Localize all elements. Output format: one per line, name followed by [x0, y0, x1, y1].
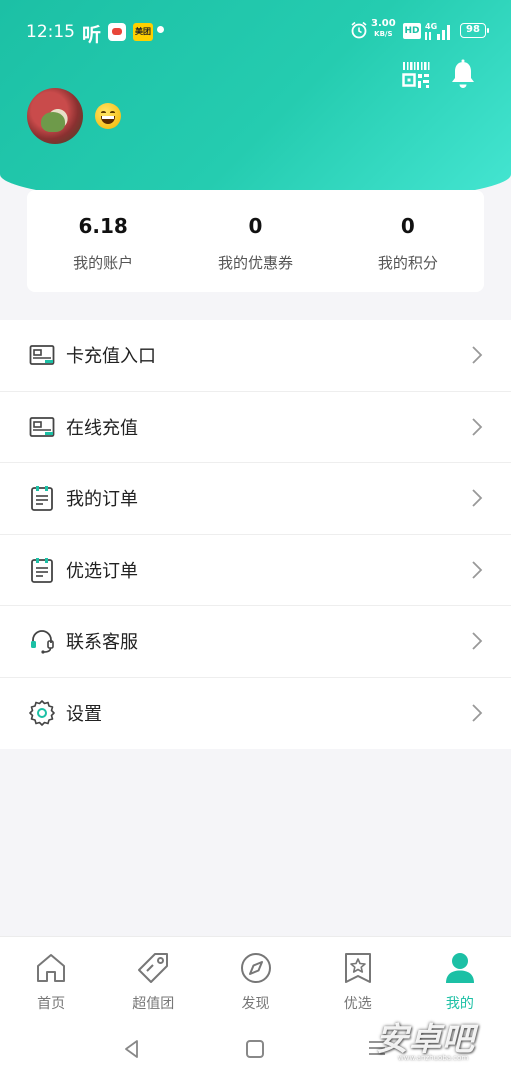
star-bookmark-icon [344, 953, 371, 983]
menu-label: 优选订单 [66, 560, 138, 582]
menu-label: 在线充值 [66, 417, 138, 439]
person-icon [445, 953, 474, 983]
stat-points-value: 0 [400, 214, 415, 238]
clipboard-icon [31, 486, 53, 512]
chevron-right-icon [472, 632, 483, 650]
qr-scan-icon[interactable] [401, 60, 431, 90]
network-type: 4G [425, 22, 437, 31]
menu-item-customer-service[interactable]: 联系客服 [0, 606, 511, 678]
watermark-url: www.anzhuoba.com [398, 1054, 469, 1062]
watermark-logo: 安卓吧 [376, 1020, 476, 1058]
stat-account[interactable]: 6.18 我的账户 [27, 190, 179, 292]
stat-account-value: 6.18 [78, 214, 128, 238]
hd-badge: HD [403, 23, 421, 39]
tab-label: 发现 [241, 996, 270, 1012]
status-time: 12:15 [26, 22, 75, 42]
user-avatar[interactable] [27, 88, 83, 144]
headset-icon [31, 630, 54, 654]
menu-label: 联系客服 [66, 632, 138, 654]
meituan-app-icon: 美团 [133, 23, 153, 41]
gear-icon [29, 700, 55, 727]
menu-item-card-recharge[interactable]: 卡充值入口 [0, 320, 511, 392]
status-bar: 12:15 听 美团 3.00 KB/S HD 4G 98 [0, 14, 511, 50]
stat-coupons-value: 0 [248, 214, 263, 238]
menu-item-preferred-orders[interactable]: 优选订单 [0, 535, 511, 606]
listen-app-icon: 听 [82, 24, 102, 46]
more-notifications-dot [157, 26, 164, 33]
menu-label: 卡充值入口 [66, 346, 156, 368]
network-speed-value: 3.00 [371, 18, 396, 29]
chevron-right-icon [472, 704, 483, 722]
nav-back-icon[interactable] [122, 1038, 142, 1060]
chevron-right-icon [472, 418, 483, 436]
tab-preferred[interactable]: 优选 [307, 937, 409, 1020]
tab-home[interactable]: 首页 [0, 937, 102, 1020]
chevron-right-icon [472, 346, 483, 364]
stats-card: 6.18 我的账户 0 我的优惠券 0 我的积分 [27, 190, 484, 292]
bell-icon[interactable] [449, 59, 477, 89]
menu-item-online-recharge[interactable]: 在线充值 [0, 392, 511, 463]
grinning-emoji-icon [95, 103, 121, 129]
menu-list: 卡充值入口 在线充值 我的订单 优选订单 联系客服 设置 [0, 320, 511, 749]
clipboard-icon [31, 557, 53, 583]
menu-item-my-orders[interactable]: 我的订单 [0, 463, 511, 535]
tab-label: 优选 [343, 996, 372, 1012]
tag-icon [138, 953, 169, 983]
menu-label: 设置 [66, 704, 102, 726]
chevron-right-icon [472, 489, 483, 507]
menu-item-settings[interactable]: 设置 [0, 678, 511, 750]
network-speed-unit: KB/S [374, 30, 393, 38]
card-icon [29, 416, 55, 437]
compass-icon [240, 953, 271, 983]
signal-icon: 4G [425, 22, 450, 40]
battery-icon: 98 [460, 23, 489, 38]
tab-discover[interactable]: 发现 [204, 937, 306, 1020]
card-icon [29, 345, 55, 366]
home-icon [37, 954, 66, 982]
tab-label: 我的 [445, 996, 474, 1012]
tab-label: 首页 [37, 996, 66, 1012]
menu-label: 我的订单 [66, 489, 138, 511]
stat-points-label: 我的积分 [377, 254, 438, 272]
alarm-icon [351, 21, 367, 39]
nav-home-icon[interactable] [246, 1040, 264, 1058]
stat-points[interactable]: 0 我的积分 [332, 190, 484, 292]
tab-mine[interactable]: 我的 [409, 937, 511, 1020]
tab-group-deals[interactable]: 超值团 [102, 937, 204, 1020]
stat-coupons[interactable]: 0 我的优惠券 [179, 190, 331, 292]
chevron-right-icon [472, 561, 483, 579]
bottom-tab-bar: 首页 超值团 发现 优选 我的 [0, 936, 511, 1020]
stat-coupons-label: 我的优惠券 [217, 254, 293, 272]
stat-account-label: 我的账户 [73, 254, 134, 272]
network-speed: 3.00 KB/S [371, 19, 396, 39]
game-app-icon [108, 23, 126, 41]
tab-label: 超值团 [132, 996, 175, 1012]
